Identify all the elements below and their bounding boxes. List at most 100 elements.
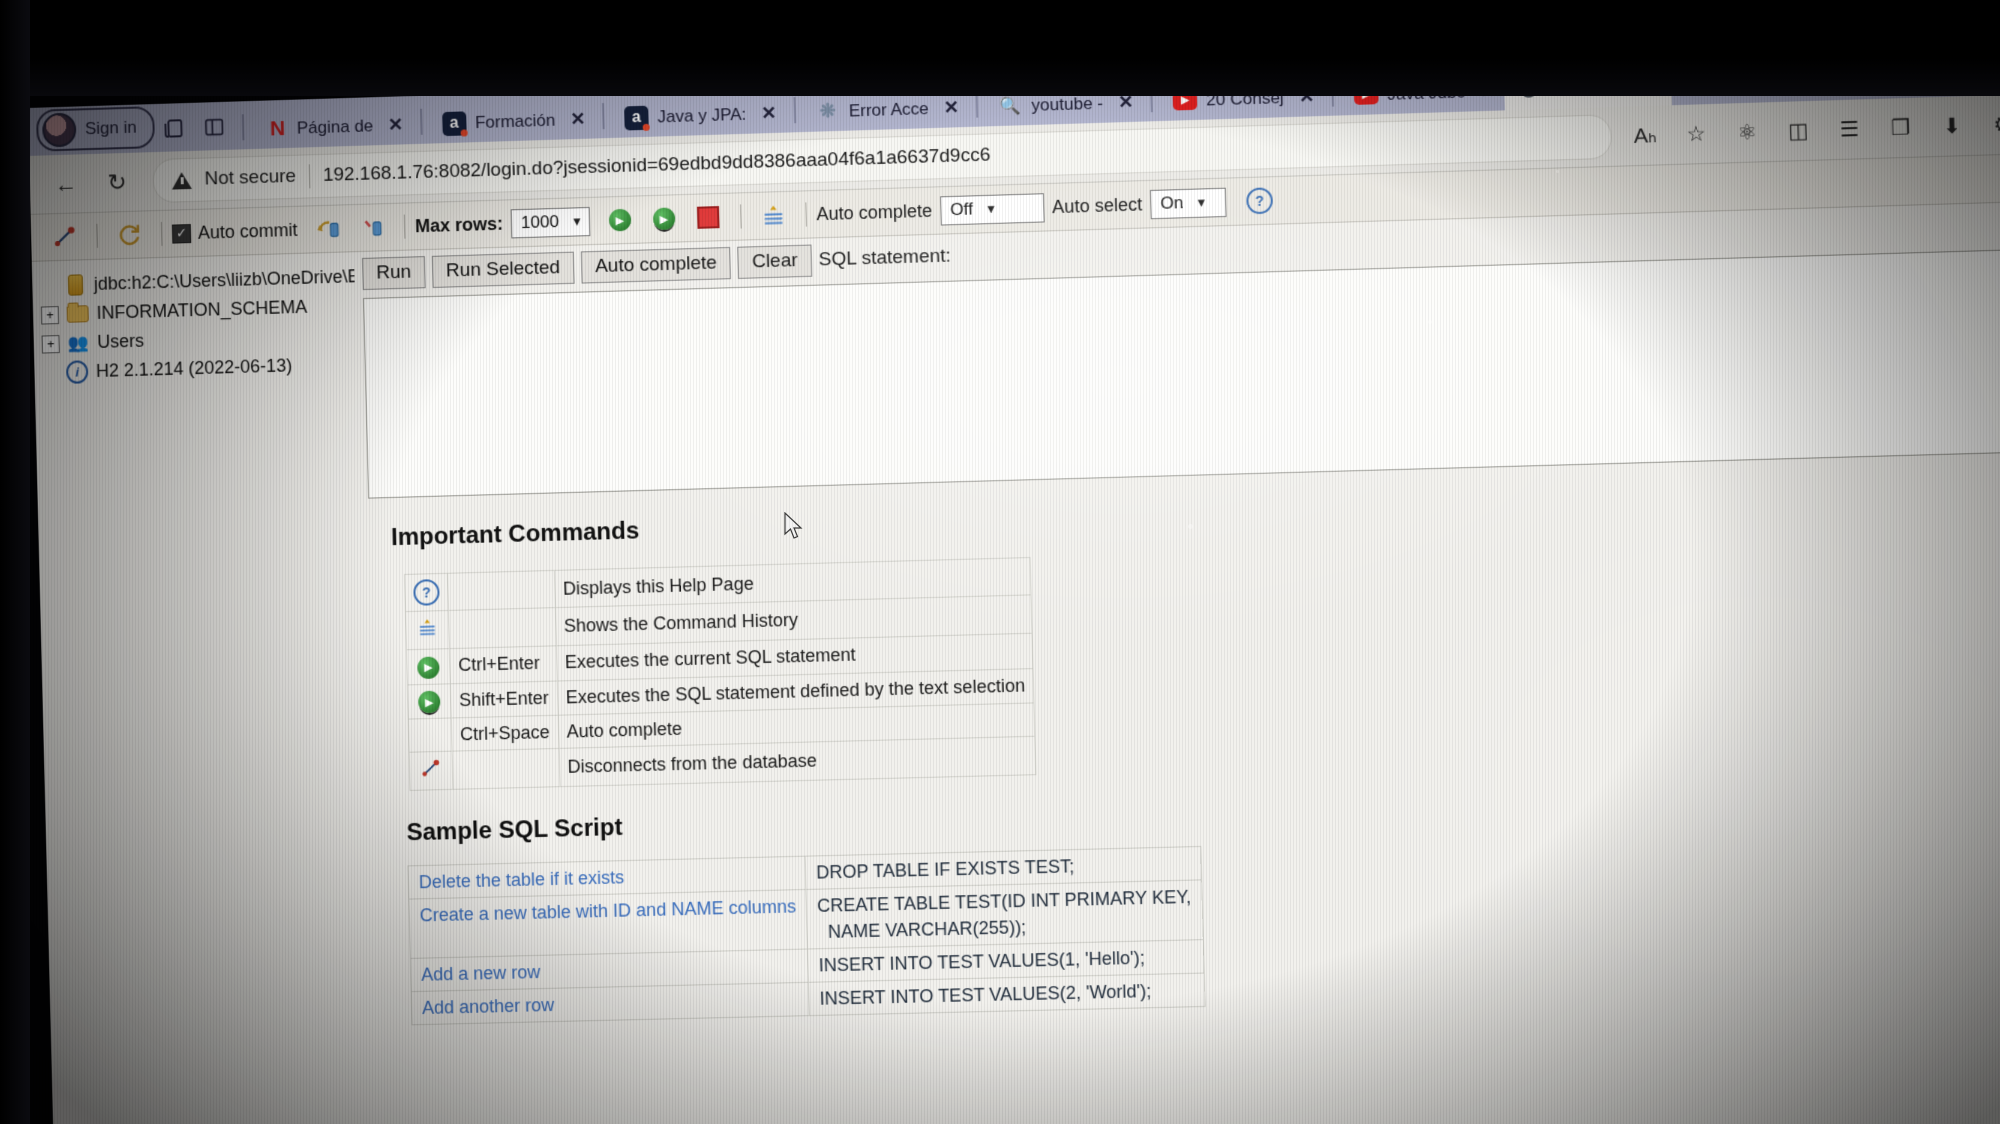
read-aloud-icon[interactable]: Aₕ xyxy=(1621,112,1669,158)
divider xyxy=(241,114,245,141)
netflix-icon: N xyxy=(269,116,283,140)
tab-label: youtube - xyxy=(1031,93,1104,115)
back-arrow-icon[interactable]: ← xyxy=(39,161,92,207)
run-button[interactable]: Run xyxy=(362,256,426,291)
tree-item-label: Users xyxy=(97,330,145,352)
browser-essentials-icon[interactable]: ⚛ xyxy=(1723,109,1771,155)
sql-area: Run Run Selected Auto complete Clear SQL… xyxy=(362,202,2000,1124)
tab-label: Formación xyxy=(474,110,556,132)
tab-label: Página de xyxy=(296,115,374,138)
tab-close-icon[interactable]: ✕ xyxy=(761,103,777,125)
tab-close-icon[interactable]: ✕ xyxy=(943,97,959,119)
collections-icon[interactable] xyxy=(154,109,195,148)
disconnect-icon[interactable] xyxy=(48,219,83,254)
tab-java-y-jpa[interactable]: a Java y JPA: ✕ xyxy=(612,93,786,138)
divider xyxy=(403,214,406,239)
expander-placeholder xyxy=(40,278,56,294)
run-glyph: ▶ xyxy=(608,208,632,232)
profile-sign-in-button[interactable]: Sign in xyxy=(35,106,156,152)
command-key: Shift+Enter xyxy=(450,680,558,718)
max-rows-select[interactable]: 1000 ▼ xyxy=(510,206,591,238)
run-selected-button[interactable]: Run Selected xyxy=(431,251,575,288)
tab-label: Error Acce xyxy=(848,98,929,121)
command-key: Ctrl+Enter xyxy=(449,645,557,684)
expander-plus-icon[interactable]: + xyxy=(41,334,60,354)
auto-commit-checkbox[interactable]: ✓ xyxy=(171,223,192,244)
tab-pagina-de[interactable]: N Página de ✕ xyxy=(252,105,413,149)
help-question-icon[interactable]: ? xyxy=(404,573,449,612)
favorites-star-icon[interactable]: ☆ xyxy=(1672,111,1720,157)
help-content: Important Commands ? Displays this Help … xyxy=(368,452,2000,1124)
auto-select-label: Auto select xyxy=(1051,193,1143,217)
tab-formacion[interactable]: a Formación ✕ xyxy=(430,99,595,143)
divider xyxy=(419,108,423,135)
extensions-icon[interactable]: ⚙ xyxy=(1979,101,2000,147)
max-rows-value: 1000 xyxy=(520,211,560,233)
split-screen-icon[interactable] xyxy=(194,108,235,147)
divider xyxy=(805,202,807,227)
rollback-icon[interactable] xyxy=(355,210,390,245)
collections-icon[interactable]: ☰ xyxy=(1825,106,1873,152)
expander-plus-icon[interactable]: + xyxy=(40,305,60,325)
chevron-down-icon: ▼ xyxy=(1195,195,1208,210)
tab-close-icon[interactable]: ✕ xyxy=(570,109,586,131)
auto-select-select[interactable]: On ▼ xyxy=(1149,187,1227,219)
command-key: Ctrl+Space xyxy=(451,715,559,752)
important-commands-table: ? Displays this Help Page Shows the Comm… xyxy=(404,557,1037,791)
amazon-icon: a xyxy=(441,110,467,136)
url-text[interactable]: 192.168.1.76:8082/login.do?jsessionid=69… xyxy=(323,144,991,187)
reload-icon[interactable]: ↻ xyxy=(91,159,144,205)
divider xyxy=(96,223,98,248)
split-screen-icon[interactable]: ◫ xyxy=(1774,108,1822,154)
expander-placeholder xyxy=(42,365,58,381)
downloads-icon[interactable]: ⬇ xyxy=(1928,103,1976,149)
add-favorites-icon[interactable]: ❐ xyxy=(1876,105,1924,151)
tree-item-label: jdbc:h2:C:\Users\liizb\OneDrive\E xyxy=(93,266,355,294)
run-selected-icon[interactable]: ▶ xyxy=(407,683,452,720)
clear-button[interactable]: Clear xyxy=(737,244,813,279)
chevron-down-icon: ▼ xyxy=(570,214,583,229)
tree-item-label: INFORMATION_SCHEMA xyxy=(96,296,308,323)
auto-complete-value: Off xyxy=(950,199,974,220)
auto-complete-select[interactable]: Off ▼ xyxy=(939,192,1045,226)
tab-label: Java y JPA: xyxy=(657,104,747,126)
divider xyxy=(602,103,605,130)
command-key xyxy=(447,570,556,611)
auto-select-value: On xyxy=(1160,193,1184,213)
help-question-icon[interactable]: ? xyxy=(1245,187,1274,215)
command-history-icon[interactable] xyxy=(405,610,450,650)
sample-script-title: Sample SQL Script xyxy=(406,813,623,847)
not-secure-warning-icon xyxy=(171,171,192,190)
max-rows-label: Max rows: xyxy=(414,213,504,236)
divider xyxy=(308,164,311,189)
auto-commit-label: Auto commit xyxy=(197,219,298,243)
openai-icon: ❋ xyxy=(819,100,836,123)
run-selected-icon[interactable]: ▶ xyxy=(646,201,681,236)
info-icon: i xyxy=(65,360,89,384)
run-icon[interactable]: ▶ xyxy=(406,648,451,685)
stop-icon[interactable] xyxy=(691,200,726,235)
commit-icon[interactable] xyxy=(311,211,346,246)
folder-icon xyxy=(66,303,89,326)
sql-statement-label: SQL statement: xyxy=(818,245,952,271)
divider xyxy=(793,97,796,124)
no-icon xyxy=(408,717,453,753)
auto-complete-button[interactable]: Auto complete xyxy=(580,246,732,284)
run-icon[interactable]: ▶ xyxy=(602,203,637,238)
monitor-bezel-top xyxy=(0,0,2000,96)
disconnect-icon[interactable] xyxy=(409,751,454,791)
tab-close-icon[interactable]: ✕ xyxy=(388,114,404,136)
avatar xyxy=(42,112,77,148)
chevron-down-icon: ▼ xyxy=(984,201,998,217)
photograph-of-monitor: Sign in N Página de ✕ a Formación ✕ a Ja… xyxy=(0,0,2000,1124)
refresh-icon[interactable] xyxy=(112,217,147,252)
run-selected-glyph: ▶ xyxy=(652,207,676,231)
command-key xyxy=(452,748,560,790)
script-code: CREATE TABLE TEST(ID INT PRIMARY KEY, NA… xyxy=(806,879,1203,950)
console-body: jdbc:h2:C:\Users\liizb\OneDrive\E + INFO… xyxy=(31,201,2000,1124)
sample-script-table: Delete the table if it exists DROP TABLE… xyxy=(407,846,1205,1026)
search-icon: 🔍 xyxy=(999,95,1022,116)
auto-commit-toggle[interactable]: ✓ Auto commit xyxy=(171,219,298,244)
users-icon: 👥 xyxy=(67,332,90,353)
command-history-icon[interactable] xyxy=(756,198,791,233)
